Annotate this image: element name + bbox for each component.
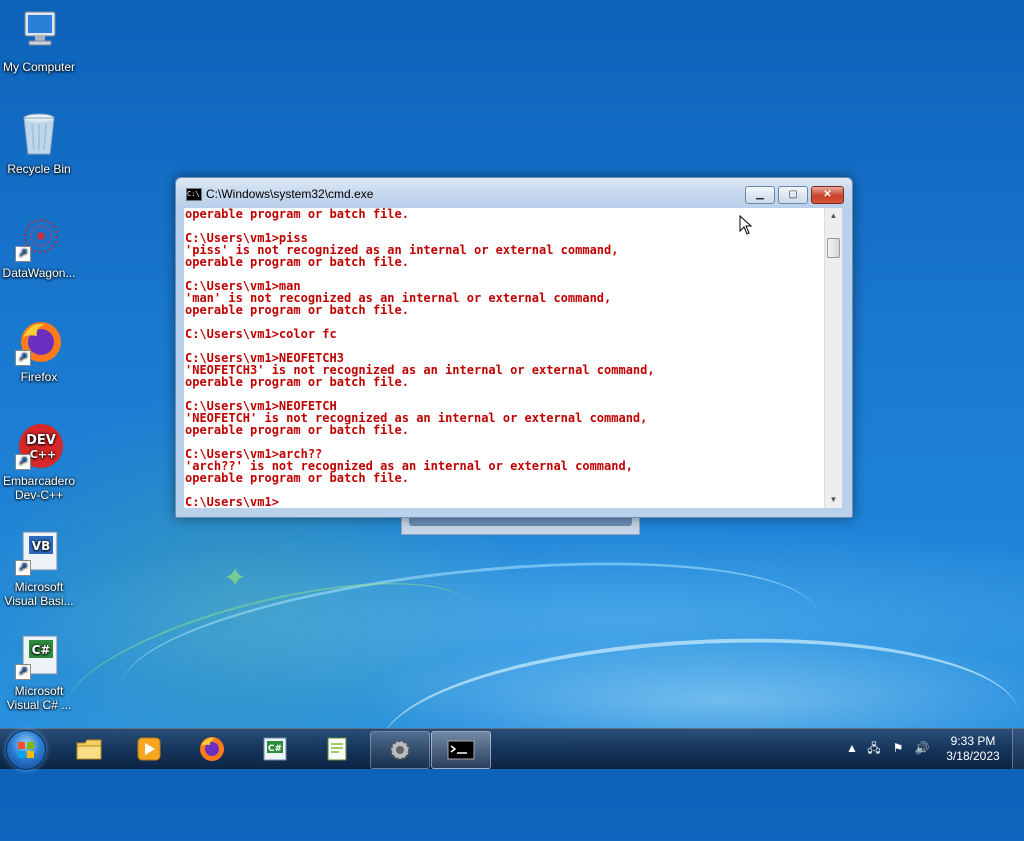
windows-logo-icon [18, 742, 34, 758]
taskbar-firefox[interactable] [183, 731, 241, 767]
console-line: operable program or batch file. [185, 255, 409, 269]
cmd-icon [447, 740, 475, 760]
shortcut-arrow-icon: ↗ [15, 246, 31, 262]
minimize-button[interactable]: ▁ [745, 186, 775, 204]
cmd-titlebar[interactable]: C:\ C:\Windows\system32\cmd.exe ▁ ▢ ✕ [176, 178, 852, 208]
shortcut-arrow-icon: ↗ [15, 560, 31, 576]
svg-text:DEV: DEV [26, 433, 56, 448]
console-line: operable program or batch file. [185, 471, 409, 485]
volume-icon[interactable]: 🔊 [914, 740, 930, 756]
scroll-down-arrow-icon[interactable]: ▼ [825, 492, 842, 508]
wallpaper-logo: ✦ [223, 562, 247, 593]
taskbar-cmd[interactable] [431, 731, 491, 769]
start-button[interactable] [6, 730, 46, 770]
gear-icon [390, 740, 410, 760]
svg-text:VB: VB [32, 539, 50, 553]
window-title: C:\Windows\system32\cmd.exe [206, 187, 374, 201]
taskbar-media-player[interactable] [120, 731, 178, 767]
desktop-icon-firefox[interactable]: ↗ Firefox [0, 318, 78, 384]
media-player-icon [137, 737, 161, 761]
desktop-icon-dev-cpp[interactable]: DEV C++ ↗ Embarcadero Dev-C++ [0, 422, 78, 502]
desktop-icon-my-computer[interactable]: My Computer [0, 8, 78, 74]
datawagon-icon: ↗ [15, 214, 63, 262]
close-icon: ✕ [823, 189, 832, 200]
dev-cpp-icon: DEV C++ ↗ [15, 422, 63, 470]
mouse-cursor-icon [739, 215, 753, 235]
clock-date: 3/18/2023 [946, 749, 1000, 763]
desktop-icon-visual-csharp[interactable]: C# ↗ Microsoft Visual C# ... [0, 632, 78, 712]
action-center-flag-icon[interactable]: ⚑ [890, 740, 906, 756]
taskbar-notepad-plus[interactable] [308, 731, 366, 767]
console-line: C:\Users\vm1> [185, 495, 279, 508]
scrollbar-thumb[interactable] [827, 238, 840, 258]
visual-csharp-icon: C# [263, 737, 287, 761]
console-line: operable program or batch file. [185, 375, 409, 389]
desktop-icon-datawagon[interactable]: ↗ DataWagon... [0, 214, 78, 280]
console-line: operable program or batch file. [185, 423, 409, 437]
svg-text:C++: C++ [30, 448, 57, 461]
visual-csharp-icon: C# ↗ [15, 632, 63, 680]
maximize-button[interactable]: ▢ [778, 186, 808, 204]
taskbar-visual-csharp[interactable]: C# [246, 731, 304, 767]
console-line: operable program or batch file. [185, 303, 409, 317]
scroll-up-arrow-icon[interactable]: ▲ [825, 208, 842, 224]
shortcut-arrow-icon: ↗ [15, 350, 31, 366]
close-button[interactable]: ✕ [811, 186, 844, 204]
taskbar: C# ▲ 🖧 ⚑ 🔊 9:33 PM 3/18/2023 [0, 728, 1024, 770]
taskbar-clock[interactable]: 9:33 PM 3/18/2023 [940, 734, 1006, 764]
show-desktop-button[interactable] [1012, 729, 1024, 769]
visual-basic-icon: VB ↗ [15, 528, 63, 576]
clock-time: 9:33 PM [950, 734, 996, 748]
desktop-icon-visual-basic[interactable]: VB ↗ Microsoft Visual Basi... [0, 528, 78, 608]
shortcut-arrow-icon: ↗ [15, 664, 31, 680]
taskbar-settings-app[interactable] [370, 731, 430, 769]
folder-icon [76, 739, 102, 760]
recycle-bin-icon [15, 110, 63, 158]
notepad-plus-icon [327, 737, 347, 761]
console-output[interactable]: operable program or batch file. C:\Users… [184, 208, 842, 508]
svg-text:C#: C# [32, 643, 51, 657]
svg-text:C#: C# [268, 744, 282, 754]
vertical-scrollbar[interactable]: ▲ ▼ [824, 208, 842, 508]
cmd-icon: C:\ [186, 188, 202, 201]
firefox-icon: ↗ [15, 318, 63, 366]
computer-icon [15, 8, 63, 56]
minimize-icon: ▁ [756, 189, 764, 200]
taskbar-windows-explorer[interactable] [60, 731, 118, 767]
console-area[interactable]: operable program or batch file. C:\Users… [184, 208, 842, 508]
show-hidden-icons-icon[interactable]: ▲ [844, 740, 860, 756]
firefox-icon [200, 737, 224, 761]
desktop-icon-recycle-bin[interactable]: Recycle Bin [0, 110, 78, 176]
shortcut-arrow-icon: ↗ [15, 454, 31, 470]
network-icon[interactable]: 🖧 [866, 740, 882, 756]
console-line: C:\Users\vm1>color fc [185, 327, 337, 341]
maximize-icon: ▢ [788, 189, 798, 200]
